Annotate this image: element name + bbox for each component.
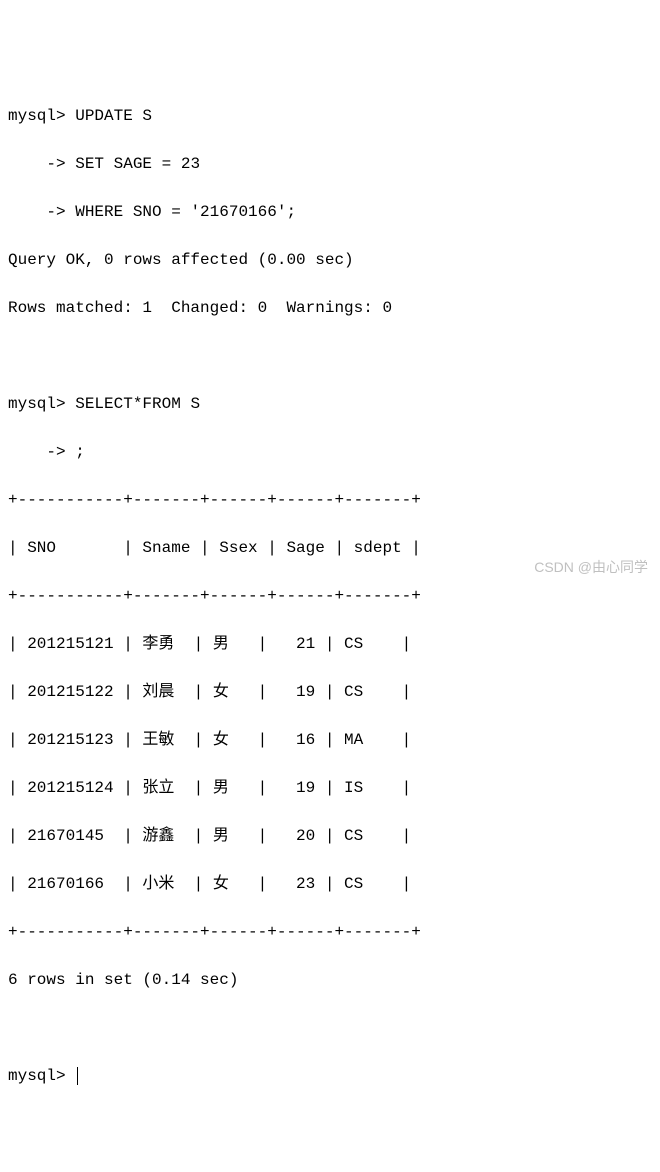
query-result-2: Rows matched: 1 Changed: 0 Warnings: 0 <box>8 296 652 320</box>
sql-text: ; <box>75 443 85 461</box>
blank-line <box>8 1016 652 1040</box>
sql-update-line-2: -> SET SAGE = 23 <box>8 152 652 176</box>
prompt: mysql> <box>8 107 75 125</box>
table-row: | 21670166 | 小米 | 女 | 23 | CS | <box>8 872 652 896</box>
table-border-bottom: +-----------+-------+------+------+-----… <box>8 920 652 944</box>
sql-update-line-1: mysql> UPDATE S <box>8 104 652 128</box>
rows-summary: 6 rows in set (0.14 sec) <box>8 968 652 992</box>
sql-text: SELECT*FROM S <box>75 395 200 413</box>
blank-line <box>8 344 652 368</box>
table-border-mid: +-----------+-------+------+------+-----… <box>8 584 652 608</box>
cursor-icon <box>77 1067 78 1085</box>
prompt: mysql> <box>8 1067 75 1085</box>
table-row: | 201215124 | 张立 | 男 | 19 | IS | <box>8 776 652 800</box>
prompt: mysql> <box>8 395 75 413</box>
sql-text: WHERE SNO = '21670166'; <box>75 203 296 221</box>
table-row: | 21670145 | 游鑫 | 男 | 20 | CS | <box>8 824 652 848</box>
prompt-cont: -> <box>8 155 75 173</box>
prompt-cont: -> <box>8 443 75 461</box>
table-border-top: +-----------+-------+------+------+-----… <box>8 488 652 512</box>
sql-select-line-2: -> ; <box>8 440 652 464</box>
table-row: | 201215123 | 王敏 | 女 | 16 | MA | <box>8 728 652 752</box>
query-result-1: Query OK, 0 rows affected (0.00 sec) <box>8 248 652 272</box>
table-row: | 201215121 | 李勇 | 男 | 21 | CS | <box>8 632 652 656</box>
sql-text: UPDATE S <box>75 107 152 125</box>
sql-text: SET SAGE = 23 <box>75 155 200 173</box>
prompt-ready[interactable]: mysql> <box>8 1064 652 1088</box>
sql-select-line-1: mysql> SELECT*FROM S <box>8 392 652 416</box>
prompt-cont: -> <box>8 203 75 221</box>
watermark: CSDN @由心同学 <box>534 557 648 578</box>
sql-update-line-3: -> WHERE SNO = '21670166'; <box>8 200 652 224</box>
table-row: | 201215122 | 刘晨 | 女 | 19 | CS | <box>8 680 652 704</box>
